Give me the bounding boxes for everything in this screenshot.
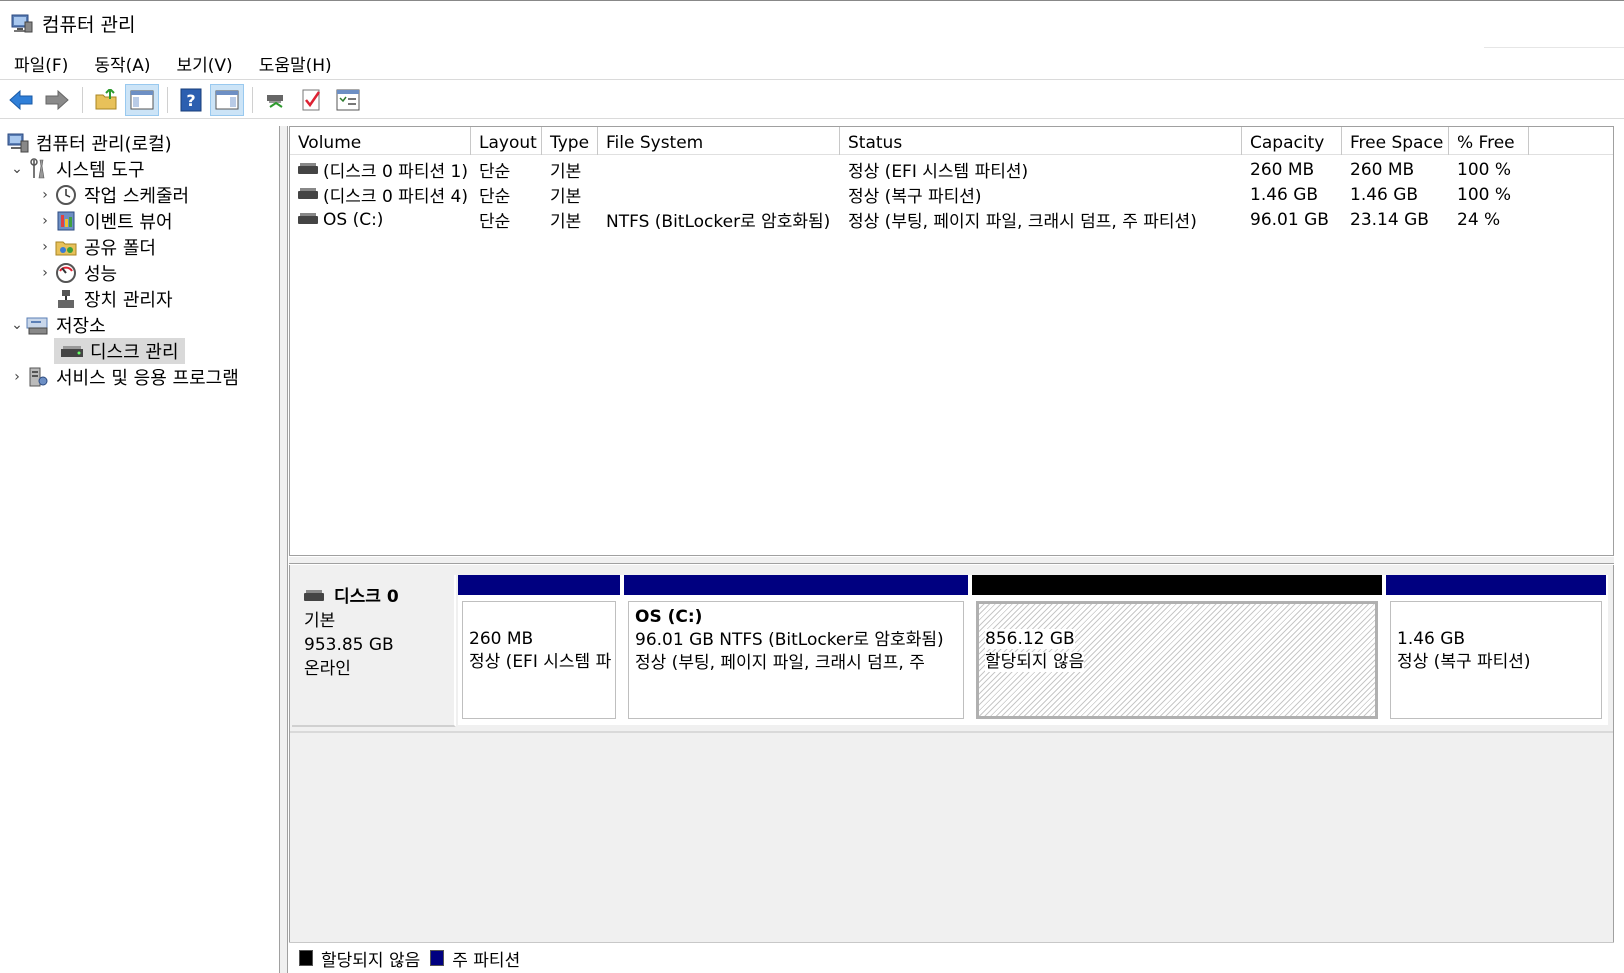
column-header-file-system[interactable]: File System (598, 127, 840, 155)
chevron-down-icon[interactable]: ⌄ (8, 161, 26, 177)
action-pane-icon[interactable] (210, 83, 244, 116)
volume-icon (298, 162, 318, 174)
disk-0-info[interactable]: 디스크 0 기본 953.85 GB 온라인 (292, 575, 456, 727)
tree-item-disk-management[interactable]: 디스크 관리 (36, 338, 185, 364)
disk-type: 기본 (304, 611, 336, 631)
disk-drive-icon (304, 590, 324, 601)
tree-item-storage[interactable]: ⌄ 저장소 (8, 312, 106, 338)
legend-swatch (430, 950, 445, 966)
check-icon[interactable] (295, 84, 329, 116)
show-hide-tree-icon[interactable] (125, 83, 159, 116)
table-row[interactable]: (디스크 0 파티션 4) 단순 기본 정상 (복구 파티션) 1.46 GB … (290, 182, 1529, 207)
column-header-layout[interactable]: Layout (471, 127, 542, 155)
column-header-type[interactable]: Type (542, 127, 598, 155)
title-bar: 컴퓨터 관리 (0, 0, 1624, 48)
disk-size: 953.85 GB (304, 635, 394, 655)
tree-item-device-manager[interactable]: 장치 관리자 (36, 286, 173, 312)
chevron-right-icon[interactable]: › (36, 187, 54, 203)
table-row[interactable]: (디스크 0 파티션 1) 단순 기본 정상 (EFI 시스템 파티션) 260… (290, 157, 1529, 182)
services-icon (26, 365, 50, 389)
connect-icon[interactable] (259, 84, 293, 116)
column-header-status[interactable]: Status (840, 127, 1242, 155)
tree-item-root[interactable]: 컴퓨터 관리(로컬) (6, 130, 172, 156)
partition-bar (972, 575, 1382, 595)
tree-item-task-scheduler[interactable]: › 작업 스케줄러 (36, 182, 189, 208)
menu-help[interactable]: 도움말(H) (249, 51, 342, 76)
disk-state: 온라인 (304, 659, 351, 679)
legend-item-unallocated: 할당되지 않음 (299, 946, 420, 971)
tree-item-services-apps[interactable]: › 서비스 및 응용 프로그램 (8, 364, 239, 390)
menu-action[interactable]: 동작(A) (84, 51, 160, 76)
disk-management-pane: Volume Layout Type File System Status Ca… (289, 126, 1624, 973)
legend: 할당되지 않음 주 파티션 (289, 942, 1614, 973)
partition-efi[interactable]: 260 MB 정상 (EFI 시스템 파 (458, 575, 620, 721)
computer-management-icon (6, 131, 30, 155)
column-header-free-space[interactable]: Free Space (1342, 127, 1449, 155)
properties-icon[interactable] (331, 84, 365, 116)
performance-gauge-icon (54, 261, 78, 285)
chevron-down-icon[interactable]: ⌄ (8, 317, 26, 333)
volume-icon (298, 187, 318, 199)
partition-recovery[interactable]: 1.46 GB 정상 (복구 파티션) (1386, 575, 1606, 721)
folder-up-icon[interactable] (89, 84, 123, 116)
tree-item-system-tools[interactable]: ⌄ 시스템 도구 (8, 156, 145, 182)
tools-icon (26, 157, 50, 181)
partition-unallocated[interactable]: 856.12 GB 할당되지 않음 (972, 575, 1382, 721)
computer-management-icon (10, 12, 34, 36)
legend-item-primary: 주 파티션 (430, 946, 520, 971)
column-header-percent-free[interactable]: % Free (1449, 127, 1529, 155)
volume-icon (298, 212, 318, 224)
back-arrow-icon[interactable] (4, 84, 38, 116)
column-header-capacity[interactable]: Capacity (1242, 127, 1342, 155)
disk-drive-icon (60, 339, 84, 363)
toolbar: ? (0, 81, 1624, 119)
legend-swatch (299, 950, 313, 966)
volume-list: Volume Layout Type File System Status Ca… (289, 126, 1614, 556)
column-header-volume[interactable]: Volume (290, 127, 471, 155)
volume-list-header: Volume Layout Type File System Status Ca… (290, 127, 1613, 155)
navigation-tree: 컴퓨터 관리(로컬) ⌄ 시스템 도구 › 작업 스케줄러 › 이벤트 뷰어 ›… (0, 126, 280, 973)
storage-icon (26, 313, 50, 337)
tree-item-shared-folders[interactable]: › 공유 폴더 (36, 234, 156, 260)
forward-arrow-icon[interactable] (40, 84, 74, 116)
window-title: 컴퓨터 관리 (42, 14, 136, 36)
chevron-right-icon[interactable]: › (8, 369, 26, 385)
tree-splitter[interactable] (280, 126, 288, 973)
chevron-right-icon[interactable]: › (36, 239, 54, 255)
partition-os-c[interactable]: OS (C:) 96.01 GB NTFS (BitLocker로 암호화됨) … (624, 575, 968, 721)
partition-bar (624, 575, 968, 595)
pane-splitter[interactable] (289, 557, 1614, 564)
help-icon[interactable]: ? (174, 84, 208, 116)
disk-graphical-view: 디스크 0 기본 953.85 GB 온라인 260 MB 정상 (EFI 시스… (289, 565, 1614, 973)
disk-0-partitions: 260 MB 정상 (EFI 시스템 파 OS (C:) 96.01 GB NT… (458, 575, 1608, 725)
table-row[interactable]: OS (C:) 단순 기본 NTFS (BitLocker로 암호화됨) 정상 … (290, 207, 1529, 232)
chevron-right-icon[interactable]: › (36, 213, 54, 229)
svg-text:?: ? (186, 91, 195, 110)
chevron-right-icon[interactable]: › (36, 265, 54, 281)
shared-folder-icon (54, 235, 78, 259)
menu-file[interactable]: 파일(F) (4, 51, 78, 76)
menu-view[interactable]: 보기(V) (167, 51, 243, 76)
tree-item-performance[interactable]: › 성능 (36, 260, 117, 286)
clock-icon (54, 183, 78, 207)
menu-bar: 파일(F) 동작(A) 보기(V) 도움말(H) (0, 48, 1624, 80)
partition-bar (458, 575, 620, 595)
tree-item-event-viewer[interactable]: › 이벤트 뷰어 (36, 208, 173, 234)
disk-name: 디스크 0 (334, 587, 399, 607)
partition-bar (1386, 575, 1606, 595)
device-manager-icon (54, 287, 78, 311)
event-log-icon (54, 209, 78, 233)
